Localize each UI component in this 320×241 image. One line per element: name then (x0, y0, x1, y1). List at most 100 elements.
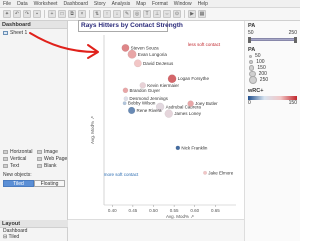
menu-item-dashboard[interactable]: Dashboard (63, 1, 87, 7)
undo-icon[interactable]: ↶ (13, 10, 21, 18)
floating-button[interactable]: Floating (34, 180, 65, 187)
object-label: Image (44, 149, 58, 155)
wrc-min-label: 0 (248, 100, 251, 106)
x-tick-label: 0.60 (190, 208, 199, 213)
pa-filter-min: 50 (248, 30, 254, 36)
dashboard-panel-header: Dashboard (0, 21, 67, 29)
image-icon (37, 150, 42, 154)
wrc-max-label: 150 (288, 100, 297, 106)
point-label-james-loney: James Loney (174, 111, 202, 116)
menu-item-help[interactable]: Help (198, 1, 208, 7)
pa-size-label: 250 (259, 77, 269, 83)
data-point-james-loney[interactable] (164, 109, 173, 118)
object-web-page[interactable]: Web Page (37, 156, 71, 162)
clear-icon[interactable]: × (78, 10, 86, 18)
status-bar (68, 219, 244, 241)
point-label-steven-souza: Steven Souza (131, 45, 160, 50)
group-icon[interactable]: ◎ (133, 10, 141, 18)
dashboard-side-panel: Dashboard Sheet 1 Horizontal Image Vertica… (0, 21, 68, 241)
toolbar-divider (184, 10, 185, 18)
labels-icon[interactable]: T (143, 10, 151, 18)
menu-bar: File Data Worksheet Dashboard Story Analysis M… (0, 0, 300, 8)
object-label: Text (10, 163, 20, 169)
sheet-item[interactable]: Sheet 1 (0, 29, 67, 37)
swap-icon[interactable]: ⇅ (93, 10, 101, 18)
menu-item-file[interactable]: File (3, 1, 11, 7)
toolbar-divider (89, 10, 90, 18)
new-sheet-icon[interactable]: □ (58, 10, 66, 18)
data-point-rene-rivera[interactable] (128, 106, 136, 115)
layout-tiled-label: Tiled (8, 234, 20, 240)
new-objects-label: New objects: (3, 172, 32, 178)
objects-grid: Horizontal Image Vertical Web Page Text Blank (0, 149, 68, 169)
save-icon[interactable]: ▪ (33, 10, 41, 18)
highlight-icon[interactable]: ✎ (123, 10, 131, 18)
tableau-logo-icon[interactable]: ✦ (3, 10, 11, 18)
redo-icon[interactable]: ↷ (23, 10, 31, 18)
text-icon (3, 164, 8, 168)
tiled-button[interactable]: Tiled (3, 180, 34, 187)
menu-item-worksheet[interactable]: Worksheet (34, 1, 58, 7)
data-point-bobby-wilson[interactable] (122, 101, 127, 106)
point-label-logan-forsythe: Logan Forsythe (178, 76, 210, 81)
x-tick-label: 0.50 (149, 208, 158, 213)
point-label-joey-butler: Joey Butler (195, 101, 218, 106)
show-me-icon[interactable]: ▦ (198, 10, 206, 18)
data-point-brandon-guyer[interactable] (122, 87, 129, 94)
pa-size-circle (249, 76, 257, 84)
menu-item-window[interactable]: Window (174, 1, 192, 7)
pa-size-legend: 50 100 150 200 250 (245, 53, 300, 84)
sort-asc-icon[interactable]: ↑ (103, 10, 111, 18)
point-label-david-dejesus: David DeJesus (143, 61, 174, 66)
object-label: Horizontal (10, 149, 33, 155)
data-point-joey-butler[interactable] (187, 100, 194, 107)
sort-desc-icon[interactable]: ↓ (113, 10, 121, 18)
blank-icon (37, 164, 42, 168)
duplicate-icon[interactable]: ⧉ (68, 10, 76, 18)
horizontal-icon (3, 150, 8, 154)
object-vertical[interactable]: Vertical (3, 156, 37, 162)
layout-tiled-item[interactable]: ⊟ Tiled (0, 234, 68, 240)
fit-icon[interactable]: ⇔ (163, 10, 171, 18)
data-point-steven-souza[interactable] (121, 44, 130, 52)
pa-range-slider[interactable] (248, 37, 297, 43)
layout-panel-header: Layout (0, 220, 68, 228)
less-soft-contact-annotation: less soft contact (188, 42, 221, 47)
x-tick-label: 0.55 (170, 208, 179, 213)
new-datasource-icon[interactable]: + (48, 10, 56, 18)
data-point-logan-forsythe[interactable] (167, 74, 177, 84)
layout-section: Layout Dashboard ⊟ Tiled (0, 220, 68, 240)
menu-item-analysis[interactable]: Analysis (112, 1, 131, 7)
toolbar-divider (44, 10, 45, 18)
data-point-evan-longoria[interactable] (127, 49, 137, 59)
menu-item-data[interactable]: Data (17, 1, 28, 7)
point-label-brandon-guyer: Brandon Guyer (130, 88, 161, 93)
data-point-david-dejesus[interactable] (133, 59, 142, 68)
point-label-bobby-wilson: Bobby Wilson (128, 101, 156, 106)
pa-filter-title: PA (248, 23, 256, 29)
point-label-evan-longoria: Evan Longoria (138, 52, 168, 57)
data-point-nick-franklin[interactable] (175, 145, 181, 151)
menu-item-story[interactable]: Story (94, 1, 106, 7)
menu-item-map[interactable]: Map (136, 1, 146, 7)
object-horizontal[interactable]: Horizontal (3, 149, 37, 155)
scatter-plot-svg[interactable]: 0.40 0.45 0.50 0.55 0.60 0.65Avg. Mod% ↗Avg. … (76, 21, 244, 219)
presentation-icon[interactable]: ▶ (188, 10, 196, 18)
object-label: Blank (44, 163, 57, 169)
slider-handle-left[interactable] (248, 37, 251, 43)
x-tick-label: 0.45 (128, 208, 137, 213)
sheet-item-label: Sheet 1 (10, 30, 28, 36)
fix-axes-icon[interactable]: ⊥ (153, 10, 161, 18)
objects-section: Horizontal Image Vertical Web Page Text Blank… (0, 149, 68, 187)
menu-item-format[interactable]: Format (152, 1, 168, 7)
x-tick-label: 0.40 (108, 208, 117, 213)
pa-size-circle (249, 65, 255, 71)
data-point-jake-elmore[interactable] (203, 170, 207, 175)
slider-handle-right[interactable] (294, 37, 297, 43)
object-text[interactable]: Text (3, 163, 37, 169)
object-image[interactable]: Image (37, 149, 71, 155)
pin-icon[interactable]: ⊙ (173, 10, 181, 18)
pa-filter-max: 250 (288, 30, 297, 36)
object-blank[interactable]: Blank (37, 163, 71, 169)
scatter-chart[interactable]: Rays Hitters by Contact Strength 0.40 0.4… (76, 20, 244, 219)
